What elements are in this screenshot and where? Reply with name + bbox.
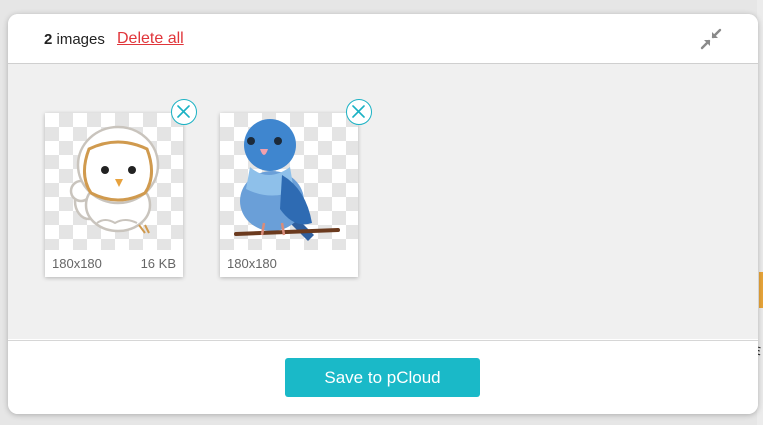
images-area: 180x180 16 KB 180x180 [8, 64, 758, 339]
dialog-footer: Save to pCloud [8, 340, 758, 414]
image-file-size: 16 KB [140, 256, 176, 271]
image-dimensions: 180x180 [52, 256, 102, 271]
image-count-number: 2 [44, 31, 53, 48]
save-images-dialog: 2 images Delete all 180x180 16 KB 180x18… [8, 14, 758, 414]
close-circle-icon[interactable] [171, 99, 197, 125]
delete-all-link[interactable]: Delete all [117, 30, 184, 48]
image-count-label: images [56, 31, 105, 48]
parakeet-image [220, 113, 358, 250]
owl-image [45, 113, 183, 250]
collapse-arrows-icon[interactable] [699, 27, 723, 51]
image-card[interactable]: 180x180 [220, 99, 372, 277]
image-meta: 180x180 [220, 256, 358, 274]
image-count: 2 images [44, 31, 105, 48]
image-card[interactable]: 180x180 16 KB [45, 99, 197, 277]
background-accent [759, 272, 763, 308]
image-meta: 180x180 16 KB [45, 256, 183, 274]
dialog-header: 2 images Delete all [8, 14, 758, 64]
close-circle-icon[interactable] [346, 99, 372, 125]
save-to-pcloud-button[interactable]: Save to pCloud [285, 358, 480, 397]
image-dimensions: 180x180 [227, 256, 277, 271]
